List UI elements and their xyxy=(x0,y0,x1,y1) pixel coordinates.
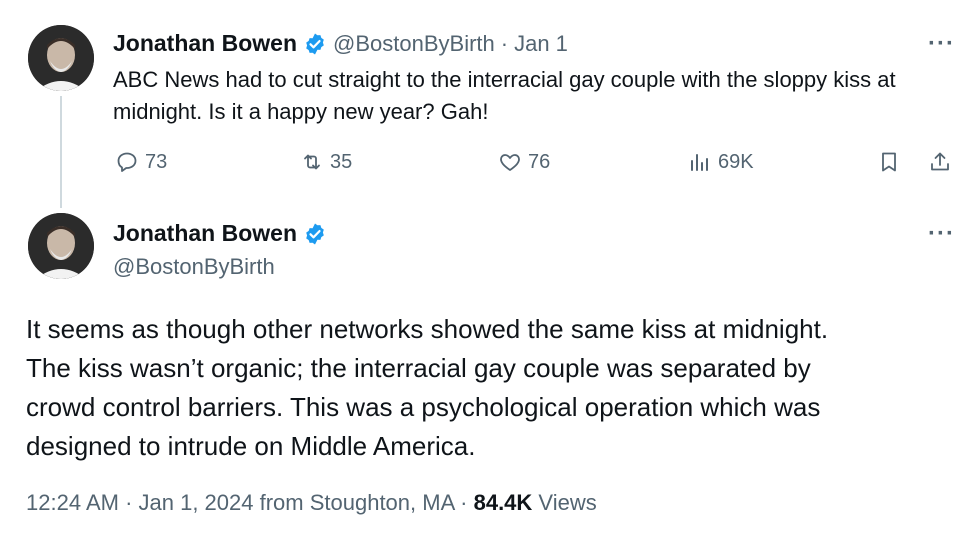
tweet-text-line: It seems as though other networks showed… xyxy=(26,314,829,344)
verified-badge-icon xyxy=(306,33,324,54)
tweet-text: It seems as though other networks showed… xyxy=(26,310,956,466)
author-name[interactable]: Jonathan Bowen xyxy=(113,220,297,247)
bookmark-button[interactable] xyxy=(877,150,901,174)
reply-icon xyxy=(117,152,137,172)
avatar[interactable] xyxy=(28,25,94,91)
tweet2-header: Jonathan Bowen xyxy=(113,220,327,247)
repost-icon xyxy=(304,154,320,170)
tweet-text-line: The kiss wasn’t organic; the interracial… xyxy=(26,353,811,383)
like-count: 76 xyxy=(528,150,551,173)
views-icon xyxy=(691,154,708,171)
views-button[interactable]: 69K xyxy=(688,150,754,174)
author-handle[interactable]: @BostonByBirth xyxy=(333,31,495,57)
views-total: 84.4K xyxy=(473,490,533,515)
author-name[interactable]: Jonathan Bowen xyxy=(113,30,297,57)
tweet-text-line: crowd control barriers. This was a psych… xyxy=(26,392,821,422)
more-icon[interactable]: ··· xyxy=(928,220,955,248)
separator-dot: · xyxy=(500,30,509,56)
tweet1-header: Jonathan Bowen @BostonByBirth · Jan 1 xyxy=(113,30,568,57)
verified-badge-icon xyxy=(306,223,324,244)
avatar-portrait-icon xyxy=(28,213,94,279)
views-count: 69K xyxy=(718,150,754,173)
repost-count: 35 xyxy=(330,150,353,173)
views-label: Views xyxy=(532,490,597,515)
timestamp-location[interactable]: 12:24 AM · Jan 1, 2024 from Stoughton, M… xyxy=(26,490,474,515)
thread-connector-line xyxy=(60,96,62,208)
author-handle[interactable]: @BostonByBirth xyxy=(113,254,275,280)
reply-button[interactable]: 73 xyxy=(115,150,167,174)
avatar-portrait-icon xyxy=(28,25,94,91)
repost-button[interactable]: 35 xyxy=(300,150,352,174)
share-icon xyxy=(931,152,949,171)
bookmark-icon xyxy=(882,152,896,172)
reply-count: 73 xyxy=(145,150,168,173)
more-icon[interactable]: ··· xyxy=(928,30,955,58)
like-button[interactable]: 76 xyxy=(498,150,550,174)
tweet-text-line: designed to intrude on Middle America. xyxy=(26,431,476,461)
share-button[interactable] xyxy=(928,150,952,174)
like-icon xyxy=(500,154,520,171)
tweet-date[interactable]: Jan 1 xyxy=(514,31,568,57)
tweet-meta: 12:24 AM · Jan 1, 2024 from Stoughton, M… xyxy=(26,490,597,516)
avatar[interactable] xyxy=(28,213,94,279)
tweet-text: ABC News had to cut straight to the inte… xyxy=(113,67,896,124)
